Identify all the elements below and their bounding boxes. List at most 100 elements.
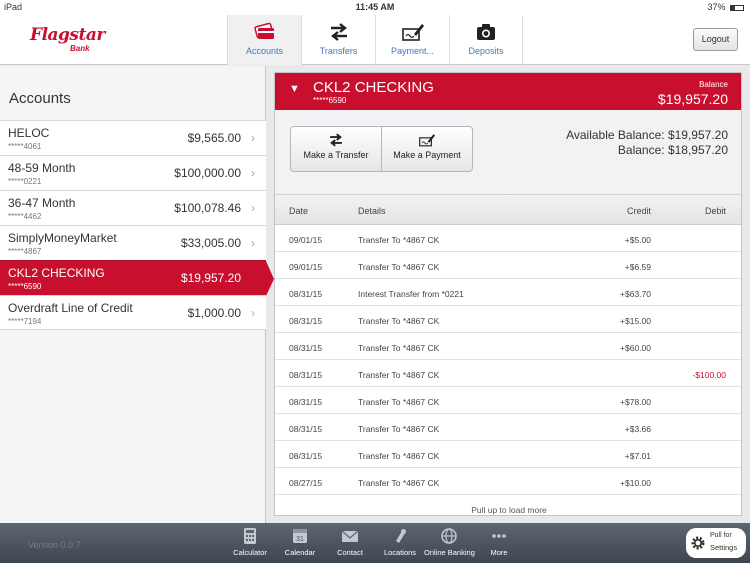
transaction-row[interactable]: 09/01/15 Transfer To *4867 CK +$6.59 bbox=[275, 252, 741, 279]
pen-paper-icon bbox=[401, 24, 424, 41]
account-row-simplymoneymarket[interactable]: SimplyMoneyMarket *****4867 $33,005.00 › bbox=[0, 225, 266, 260]
transaction-date: 09/01/15 bbox=[289, 235, 323, 245]
account-row-36-47-month[interactable]: 36-47 Month *****4462 $100,078.46 › bbox=[0, 190, 266, 225]
transaction-credit: +$6.59 bbox=[624, 262, 651, 272]
account-amount: $1,000.00 bbox=[187, 306, 241, 320]
pull-for-settings-button[interactable]: Pull for Settings bbox=[686, 528, 746, 558]
account-row-ckl2-checking[interactable]: CKL2 CHECKING *****6590 $19,957.20 bbox=[0, 260, 274, 296]
calculator-icon bbox=[244, 528, 256, 544]
calculator-button[interactable]: Calculator bbox=[225, 527, 275, 557]
balance-label: Balance bbox=[699, 80, 728, 89]
online-banking-button[interactable]: Online Banking bbox=[424, 527, 475, 557]
make-transfer-button[interactable]: Make a Transfer bbox=[290, 126, 382, 172]
tab-payments[interactable]: Payment... bbox=[375, 15, 449, 65]
account-name: CKL2 CHECKING bbox=[8, 266, 105, 280]
account-row-heloc[interactable]: HELOC *****4061 $9,565.00 › bbox=[0, 120, 266, 155]
transaction-debit: -$100.00 bbox=[692, 370, 726, 380]
account-row-48-59-month[interactable]: 48-59 Month *****0221 $100,000.00 › bbox=[0, 155, 266, 190]
account-number: *****4061 bbox=[8, 142, 42, 151]
balance-summary: Available Balance: $19,957.20 Balance: $… bbox=[566, 128, 728, 158]
account-amount: $100,000.00 bbox=[174, 166, 241, 180]
transaction-details: Transfer To *4867 CK bbox=[358, 262, 440, 272]
account-number: *****4867 bbox=[8, 247, 42, 256]
status-bar: iPad 11:45 AM 37% bbox=[0, 0, 750, 15]
transaction-details: Transfer To *4867 CK bbox=[358, 451, 440, 461]
chevron-right-icon: › bbox=[251, 131, 255, 145]
chevron-right-icon: › bbox=[251, 166, 255, 180]
transaction-row[interactable]: 08/27/15 Transfer To *4867 CK +$10.00 bbox=[275, 468, 741, 495]
transaction-details: Transfer To *4867 CK bbox=[358, 370, 440, 380]
tab-accounts[interactable]: Accounts bbox=[227, 15, 301, 65]
transaction-row[interactable]: 08/31/15 Transfer To *4867 CK +$60.00 bbox=[275, 333, 741, 360]
calendar-button[interactable]: 31 Calendar bbox=[275, 527, 325, 557]
transaction-row[interactable]: 08/31/15 Interest Transfer from *0221 +$… bbox=[275, 279, 741, 306]
version-label: Version 0.0.7 bbox=[28, 540, 81, 550]
transaction-details: Transfer To *4867 CK bbox=[358, 316, 440, 326]
tab-accounts-label: Accounts bbox=[245, 46, 284, 56]
current-balance: Balance: $18,957.20 bbox=[617, 143, 728, 157]
accounts-title: Accounts bbox=[9, 90, 71, 107]
battery-indicator: 37% bbox=[707, 2, 744, 12]
available-balance: Available Balance: $19,957.20 bbox=[566, 128, 728, 142]
globe-icon bbox=[441, 528, 457, 544]
tab-payments-label: Payment... bbox=[390, 46, 435, 56]
transaction-credit: +$60.00 bbox=[620, 343, 651, 353]
logo-brand: Flagstar bbox=[30, 25, 105, 45]
clock: 11:45 AM bbox=[355, 2, 395, 12]
account-amount: $9,565.00 bbox=[187, 131, 241, 145]
make-payment-button[interactable]: Make a Payment bbox=[381, 126, 473, 172]
transaction-details: Interest Transfer from *0221 bbox=[358, 289, 464, 299]
location-pin-icon bbox=[396, 529, 406, 543]
transaction-row[interactable]: 08/31/15 Transfer To *4867 CK +$7.01 bbox=[275, 441, 741, 468]
account-name: 36-47 Month bbox=[8, 196, 76, 210]
transaction-date: 08/31/15 bbox=[289, 424, 323, 434]
online-banking-label: Online Banking bbox=[424, 548, 475, 557]
locations-button[interactable]: Locations bbox=[375, 527, 425, 557]
more-label: More bbox=[490, 548, 508, 557]
transactions-header: Date Details Credit Debit bbox=[275, 195, 741, 225]
tab-deposits[interactable]: Deposits bbox=[449, 15, 523, 65]
transaction-credit: +$5.00 bbox=[624, 235, 651, 245]
account-number: *****4462 bbox=[8, 212, 42, 221]
balance-value: $19,957.20 bbox=[657, 91, 728, 107]
tab-transfers-label: Transfers bbox=[319, 46, 358, 56]
transaction-row[interactable]: 08/31/15 Transfer To *4867 CK +$15.00 bbox=[275, 306, 741, 333]
chevron-down-icon[interactable]: ▼ bbox=[289, 83, 300, 95]
transaction-date: 08/31/15 bbox=[289, 289, 323, 299]
battery-icon bbox=[730, 4, 744, 11]
transaction-row[interactable]: 08/31/15 Transfer To *4867 CK -$100.00 bbox=[275, 360, 741, 387]
transaction-row[interactable]: 08/31/15 Transfer To *4867 CK +$78.00 bbox=[275, 387, 741, 414]
pen-paper-icon bbox=[419, 134, 435, 147]
more-button[interactable]: More bbox=[474, 527, 524, 557]
logo-sub: Bank bbox=[70, 44, 90, 53]
contact-label: Contact bbox=[337, 548, 363, 557]
settings-hint: Pull for bbox=[710, 532, 732, 539]
account-detail-number: *****6590 bbox=[313, 96, 347, 105]
pull-to-load-more[interactable]: Pull up to load more bbox=[275, 505, 741, 515]
contact-button[interactable]: Contact bbox=[325, 527, 375, 557]
make-payment-label: Make a Payment bbox=[393, 150, 461, 160]
tab-deposits-label: Deposits bbox=[468, 46, 504, 56]
flagstar-logo: Flagstar Bank bbox=[30, 25, 110, 55]
column-details: Details bbox=[358, 206, 386, 216]
transaction-details: Transfer To *4867 CK bbox=[358, 397, 440, 407]
transaction-row[interactable]: 09/01/15 Transfer To *4867 CK +$5.00 bbox=[275, 225, 741, 252]
account-actions: Make a Transfer Make a Payment Available… bbox=[275, 110, 741, 195]
bottom-toolbar: Version 0.0.7 Calculator 31 Calendar Con… bbox=[0, 523, 750, 563]
envelope-icon bbox=[341, 530, 359, 542]
camera-icon bbox=[477, 24, 495, 40]
account-amount: $33,005.00 bbox=[180, 236, 241, 250]
account-amount: $100,078.46 bbox=[174, 201, 241, 215]
tab-transfers[interactable]: Transfers bbox=[301, 15, 375, 65]
transaction-row[interactable]: 08/31/15 Transfer To *4867 CK +$3.66 bbox=[275, 414, 741, 441]
account-name: 48-59 Month bbox=[8, 161, 76, 175]
account-detail-header[interactable]: ▼ CKL2 CHECKING *****6590 Balance $19,95… bbox=[275, 73, 741, 110]
transaction-details: Transfer To *4867 CK bbox=[358, 235, 440, 245]
transaction-details: Transfer To *4867 CK bbox=[358, 343, 440, 353]
logout-button[interactable]: Logout bbox=[693, 28, 738, 51]
account-name: Overdraft Line of Credit bbox=[8, 301, 133, 315]
account-row-overdraft-line-of-credit[interactable]: Overdraft Line of Credit *****7194 $1,00… bbox=[0, 295, 266, 330]
transaction-credit: +$15.00 bbox=[620, 316, 651, 326]
chevron-right-icon: › bbox=[251, 236, 255, 250]
accounts-panel: Accounts HELOC *****4061 $9,565.00 › 48-… bbox=[0, 66, 274, 523]
